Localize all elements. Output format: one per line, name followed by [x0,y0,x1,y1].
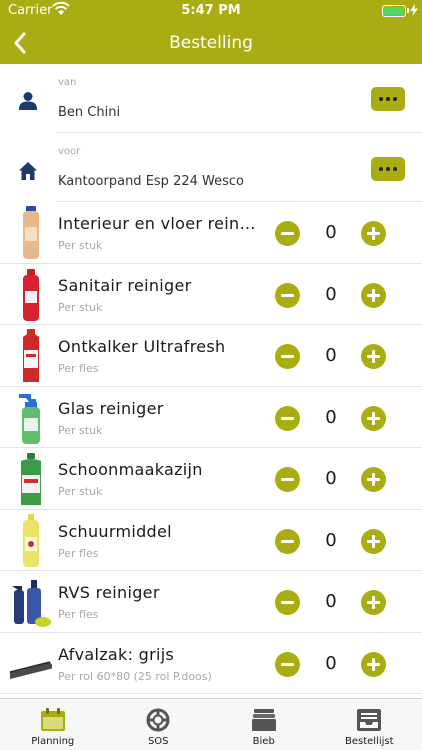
product-unit: Per stuk [58,423,103,437]
product-unit: Per fles [58,362,99,375]
to-label: voor [58,146,81,157]
quantity-value: 0 [325,283,337,305]
product-image [21,453,41,505]
from-value: Ben Chini [58,105,121,120]
quantity-value: 0 [325,345,337,366]
order-list[interactable]: van Ben Chini voor Kantoorpand Esp 224 W… [0,64,422,698]
tab-label: Bieb [252,736,275,747]
product-name: Schoonmaakazijn [58,460,203,479]
quantity-value: 0 [325,591,337,612]
to-row: voor Kantoorpand Esp 224 Wesco [0,133,422,202]
product-row[interactable]: Interieur en vloer reiniger Per stuk 0 [0,202,422,264]
tab-sos[interactable]: SOS [106,699,212,750]
increase-button[interactable] [361,528,386,554]
increase-button[interactable] [361,590,386,615]
page-title: Bestelling [169,33,253,53]
tab-bieb[interactable]: Bieb [211,699,317,750]
product-name: Schuurmiddel [58,521,172,541]
product-unit: Per stuk [58,300,103,314]
decrease-button[interactable] [275,405,300,431]
decrease-button[interactable] [275,590,300,615]
product-image [23,513,39,567]
tab-label: Planning [31,736,75,747]
product-name: RVS reiniger [58,583,160,602]
home-icon [19,162,37,180]
decrease-button[interactable] [275,467,300,492]
product-name: Interieur en vloer reiniger [58,214,258,233]
product-name: Ontkalker Ultrafresh [58,337,226,356]
inbox-tray-icon [357,709,382,731]
product-image [10,660,52,679]
decrease-button[interactable] [275,221,300,246]
product-row[interactable]: Afvalzak: grijs Per rol 60*80 (25 rol P.… [0,633,422,694]
product-unit: Per stuk [58,239,103,252]
quantity-value: 0 [325,468,337,489]
calendar-icon [40,708,65,731]
increase-button[interactable] [361,405,386,431]
increase-button[interactable] [361,344,386,369]
quantity-value: 0 [325,652,337,674]
product-name: Glas reiniger [58,398,164,418]
quantity-value: 0 [325,222,337,243]
clock-label: 5:47 PM [181,3,241,18]
product-image [23,268,39,321]
person-icon [19,92,37,110]
decrease-button[interactable] [275,651,300,677]
dot-icon [393,97,397,101]
increase-button[interactable] [361,282,386,308]
product-image [23,206,39,259]
product-name: Sanitair reiniger [58,275,192,295]
to-value: Kantoorpand Esp 224 Wesco [58,174,244,189]
to-more-button[interactable] [371,157,405,181]
product-row[interactable]: Sanitair reiniger Per stuk 0 [0,264,422,325]
from-label: van [58,77,77,88]
quantity-value: 0 [325,406,337,428]
books-icon [251,709,276,731]
battery-tip [407,8,409,13]
dot-icon [379,97,383,101]
status-bar: Carrier 5:47 PM [0,0,422,22]
dot-icon [386,167,390,171]
battery-icon [382,5,406,17]
decrease-button[interactable] [275,344,300,369]
product-name: Afvalzak: grijs [58,644,175,664]
tab-bar: Planning SOS Bieb Bestellijst [0,698,422,750]
product-image [12,580,51,627]
product-row[interactable]: Schoonmaakazijn Per stuk 0 [0,448,422,510]
increase-button[interactable] [361,651,386,677]
product-row[interactable]: Ontkalker Ultrafresh Per fles 0 [0,325,422,387]
product-image [19,393,40,444]
lifebuoy-icon [146,708,170,732]
header-bar: Carrier 5:47 PM Bestelling [0,0,422,64]
product-image [23,329,39,382]
dot-icon [393,167,397,171]
tab-planning[interactable]: Planning [0,699,106,750]
tab-bestellijst[interactable]: Bestellijst [317,699,422,750]
product-unit: Per fles [58,546,99,560]
product-unit: Per fles [58,608,99,621]
tab-label: Bestellijst [344,736,394,747]
dot-icon [386,97,390,101]
product-row[interactable]: Schuurmiddel Per fles 0 [0,510,422,571]
charging-icon [410,4,418,16]
quantity-value: 0 [325,529,337,551]
product-unit: Per stuk [58,485,103,498]
increase-button[interactable] [361,221,386,246]
tab-label: SOS [147,736,169,747]
dot-icon [379,167,383,171]
increase-button[interactable] [361,467,386,492]
from-more-button[interactable] [371,87,405,111]
decrease-button[interactable] [275,282,300,308]
decrease-button[interactable] [275,528,300,554]
product-unit: Per rol 60*80 (25 rol P.doos) [58,669,212,683]
product-row[interactable]: RVS reiniger Per fles 0 [0,571,422,633]
from-row: van Ben Chini [0,64,422,133]
product-row[interactable]: Glas reiniger Per stuk 0 [0,387,422,448]
